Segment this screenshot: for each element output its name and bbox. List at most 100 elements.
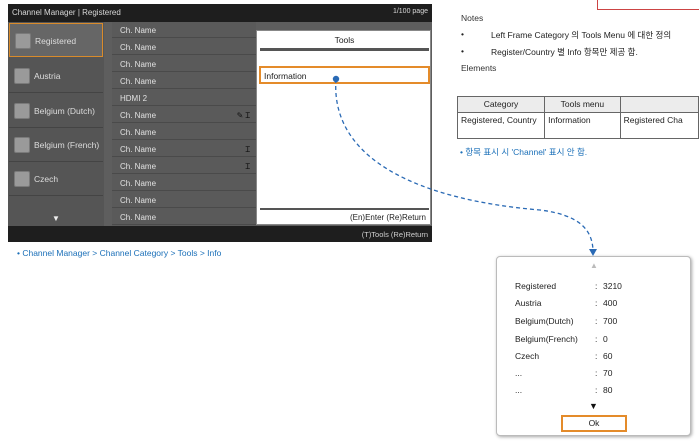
channel-row[interactable]: Ch. Name Ɪ	[112, 158, 256, 174]
channel-name: Ch. Name	[120, 60, 157, 69]
table-header-row: Category Tools menu	[456, 96, 699, 113]
channel-row[interactable]: Ch. Name	[112, 175, 256, 191]
category-label: Registered	[35, 36, 77, 46]
channel-row[interactable]: Ch. Name	[112, 192, 256, 208]
info-key: Austria	[515, 298, 542, 308]
category-thumbnail	[15, 33, 31, 49]
info-separator: :	[595, 334, 598, 344]
tools-item-information[interactable]: Information	[259, 66, 430, 84]
info-separator: :	[595, 368, 598, 378]
category-item-austria[interactable]: Austria	[9, 59, 103, 93]
tv-screen: Channel Manager | Registered 1/100 page …	[8, 4, 432, 242]
channel-status-icons: Ɪ	[245, 162, 250, 171]
elements-table: Category Tools menu Registered, Country …	[456, 96, 699, 139]
channel-row[interactable]: Ch. Name	[112, 124, 256, 140]
tools-key-guide: (En)Enter (Re)Return	[349, 213, 426, 222]
info-row: ...:80	[515, 385, 685, 397]
category-thumbnail	[14, 103, 30, 119]
info-value: 0	[603, 334, 608, 344]
table-header: Tools menu	[544, 96, 621, 113]
info-key: Czech	[515, 351, 540, 361]
info-row: Belgium(French):0	[515, 334, 685, 346]
tools-popup: Tools Information (En)Enter (Re)Return	[256, 30, 431, 225]
category-item-belgium-dutch[interactable]: Belgium (Dutch)	[9, 94, 103, 128]
channel-row[interactable]: Ch. Name	[112, 22, 256, 38]
channel-name: Ch. Name	[120, 179, 157, 188]
category-label: Austria	[34, 71, 61, 81]
channel-row[interactable]: HDMI 2	[112, 90, 256, 106]
category-item-czech[interactable]: Czech	[9, 162, 103, 196]
screen-path-caption: • Channel Manager > Channel Category > T…	[17, 248, 222, 258]
tv-footer: (T)Tools (Re)Return	[8, 226, 432, 242]
category-item-belgium-french[interactable]: Belgium (French)	[9, 128, 103, 162]
info-key: ...	[515, 368, 523, 378]
info-key: ...	[515, 385, 523, 395]
channel-row[interactable]: Ch. Name	[112, 56, 256, 72]
info-value: 700	[603, 316, 618, 326]
table-row: Registered, Country Information Register…	[456, 112, 699, 139]
notes-title: Notes	[461, 13, 484, 23]
note-text: Left Frame Category 의 Tools Menu 에 대한 정의	[491, 30, 672, 40]
channel-name: Ch. Name	[120, 128, 157, 137]
category-panel: Registered Austria Belgium (Dutch) Belgi…	[8, 22, 104, 226]
channel-name: Ch. Name	[120, 162, 157, 171]
info-separator: :	[595, 351, 598, 361]
channel-status-icons: ✎ Ɪ	[236, 111, 250, 120]
channel-name: Ch. Name	[120, 196, 157, 205]
channel-name: Ch. Name	[120, 77, 157, 86]
scroll-down-arrow-icon[interactable]: ▼	[52, 214, 60, 223]
category-label: Belgium (Dutch)	[34, 106, 95, 116]
info-key: Registered	[515, 281, 557, 291]
info-row: Czech:60	[515, 351, 685, 363]
channel-name: Ch. Name	[120, 43, 157, 52]
channel-row[interactable]: Ch. Name	[112, 73, 256, 89]
info-row: Austria:400	[515, 298, 685, 310]
channel-status-icons: Ɪ	[245, 145, 250, 154]
category-thumbnail	[14, 171, 30, 187]
channel-row[interactable]: Ch. Name	[112, 209, 256, 225]
channel-row[interactable]: Ch. Name ✎ Ɪ	[112, 107, 256, 123]
channel-name: Ch. Name	[120, 213, 157, 222]
info-key: Belgium(Dutch)	[515, 316, 574, 326]
page-indicator: 1/100 page	[392, 8, 428, 15]
connector-arrowhead-icon	[589, 249, 597, 256]
info-separator: :	[595, 385, 598, 395]
tools-divider	[260, 48, 429, 51]
table-note: • 항목 표시 시 'Channel' 표시 안 함.	[460, 147, 588, 157]
info-key: Belgium(French)	[515, 334, 578, 344]
tv-header: Channel Manager | Registered 1/100 page	[8, 4, 432, 22]
bullet-dot: •	[461, 29, 464, 39]
category-label: Belgium (French)	[34, 140, 100, 150]
channel-row[interactable]: Ch. Name	[112, 39, 256, 55]
table-header	[619, 96, 699, 113]
note-text: Register/Country 별 Info 항목만 제공 함.	[491, 47, 638, 57]
table-header: Category	[456, 96, 546, 113]
info-popup: ▲ Registered:3210 Austria:400 Belgium(Du…	[496, 256, 691, 436]
table-cell: Registered Cha	[619, 112, 699, 139]
info-separator: :	[595, 298, 598, 308]
tools-divider	[260, 208, 429, 210]
info-value: 3210	[603, 281, 622, 291]
info-value: 60	[603, 351, 613, 361]
tools-popup-title: Tools	[334, 35, 355, 45]
category-thumbnail	[14, 137, 30, 153]
info-separator: :	[595, 281, 598, 291]
scroll-up-arrow-icon[interactable]: ▲	[590, 261, 598, 270]
category-item-registered[interactable]: Registered	[9, 23, 103, 57]
ok-button[interactable]: Ok	[561, 415, 627, 432]
screen-title: Channel Manager | Registered	[12, 8, 121, 17]
info-row: ...:70	[515, 368, 685, 380]
info-row: Belgium(Dutch):700	[515, 316, 685, 328]
footer-key-guide: (T)Tools (Re)Return	[361, 230, 428, 239]
table-cell: Information	[544, 112, 621, 139]
category-label: Czech	[34, 174, 59, 184]
table-cell: Registered, Country	[456, 112, 546, 139]
info-separator: :	[595, 316, 598, 326]
channel-row[interactable]: Ch. Name Ɪ	[112, 141, 256, 157]
channel-name: HDMI 2	[120, 94, 148, 103]
elements-title: Elements	[461, 63, 497, 73]
info-value: 400	[603, 298, 618, 308]
channel-name: Ch. Name	[120, 111, 157, 120]
channel-name: Ch. Name	[120, 26, 157, 35]
scroll-down-arrow-icon[interactable]: ▼	[589, 401, 598, 411]
